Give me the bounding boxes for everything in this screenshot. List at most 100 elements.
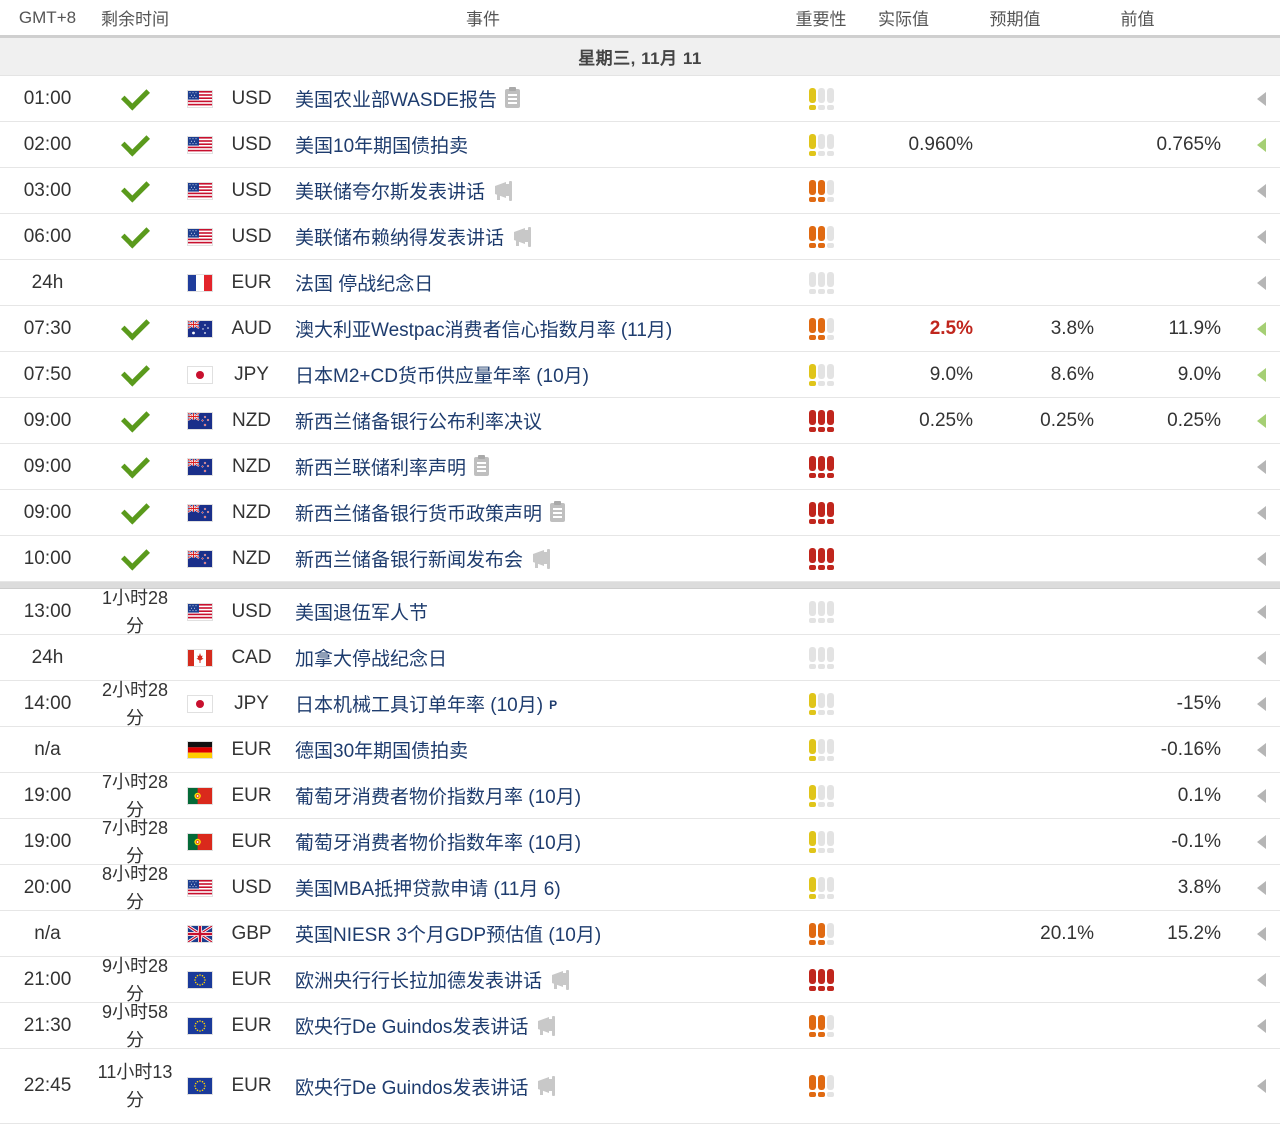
event-name[interactable]: 欧洲央行行长拉加德发表讲话 <box>278 966 791 993</box>
event-row[interactable]: 19:00 7小时28分 EUR 葡萄牙消费者物价指数年率 (10月) -0.1… <box>0 818 1280 866</box>
event-name[interactable]: 欧央行De Guindos发表讲话 <box>278 1012 791 1039</box>
event-link[interactable]: 欧央行De Guindos发表讲话 <box>295 1073 528 1100</box>
expand-arrow-icon[interactable] <box>1221 229 1280 244</box>
event-row[interactable]: 07:30 AUD 澳大利亚Westpac消费者信心指数月率 (11月) 2.5… <box>0 306 1280 352</box>
expand-arrow-icon[interactable] <box>1221 926 1280 941</box>
expand-arrow-icon[interactable] <box>1221 604 1280 619</box>
event-name[interactable]: 新西兰储备银行新闻发布会 <box>278 545 791 572</box>
expand-arrow-icon[interactable] <box>1221 1018 1280 1033</box>
event-link[interactable]: 欧洲央行行长拉加德发表讲话 <box>295 966 542 993</box>
header-time[interactable]: GMT+8 <box>0 8 95 28</box>
event-row[interactable]: 07:50 JPY 日本M2+CD货币供应量年率 (10月) 9.0% 8.6%… <box>0 352 1280 398</box>
expand-arrow-icon[interactable] <box>1221 551 1280 566</box>
expand-arrow-icon[interactable] <box>1221 880 1280 895</box>
importance-medium <box>791 225 851 248</box>
event-time: 21:00 <box>23 968 72 990</box>
event-name[interactable]: 日本M2+CD货币供应量年率 (10月) <box>278 361 791 388</box>
expand-arrow-icon[interactable] <box>1221 972 1280 987</box>
event-row[interactable]: n/a EUR 德国30年期国债拍卖 -0.16% <box>0 727 1280 773</box>
event-link[interactable]: 日本机械工具订单年率 (10月) <box>295 690 543 717</box>
event-link[interactable]: 美联储夸尔斯发表讲话 <box>295 177 485 204</box>
expand-arrow-icon[interactable] <box>1221 91 1280 106</box>
event-row[interactable]: 09:00 NZD 新西兰储备银行货币政策声明 <box>0 490 1280 536</box>
event-link[interactable]: 美国MBA抵押贷款申请 (11月 6) <box>295 874 561 901</box>
event-row[interactable]: 19:00 7小时28分 EUR 葡萄牙消费者物价指数月率 (10月) 0.1% <box>0 772 1280 820</box>
event-name[interactable]: 日本机械工具订单年率 (10月) P <box>278 690 791 717</box>
event-name[interactable]: 新西兰联储利率声明 <box>278 453 791 480</box>
event-link[interactable]: 美国退伍军人节 <box>295 598 428 625</box>
expand-arrow-icon[interactable] <box>1221 788 1280 803</box>
event-link[interactable]: 日本M2+CD货币供应量年率 (10月) <box>295 361 589 388</box>
event-row[interactable]: 24h EUR 法国 停战纪念日 <box>0 260 1280 306</box>
event-row[interactable]: 21:00 9小时28分 EUR 欧洲央行行长拉加德发表讲话 <box>0 956 1280 1004</box>
document-icon[interactable] <box>474 455 490 476</box>
expand-arrow-icon[interactable] <box>1221 650 1280 665</box>
expand-arrow-icon[interactable] <box>1221 505 1280 520</box>
expand-arrow-icon[interactable] <box>1221 1079 1280 1093</box>
eu-flag-icon <box>175 1078 225 1094</box>
event-name[interactable]: 美国退伍军人节 <box>278 598 791 625</box>
event-row[interactable]: 13:00 1小时28分 USD 美国退伍军人节 <box>0 588 1280 636</box>
expand-arrow-icon[interactable] <box>1221 413 1280 428</box>
document-icon[interactable] <box>550 501 566 522</box>
event-name[interactable]: 英国NIESR 3个月GDP预估值 (10月) <box>278 920 791 947</box>
event-link[interactable]: 美联储布赖纳得发表讲话 <box>295 223 504 250</box>
event-name[interactable]: 美联储布赖纳得发表讲话 <box>278 223 791 250</box>
event-row[interactable]: 24h CAD 加拿大停战纪念日 <box>0 635 1280 681</box>
event-name[interactable]: 葡萄牙消费者物价指数年率 (10月) <box>278 828 791 855</box>
event-link[interactable]: 新西兰储备银行新闻发布会 <box>295 545 523 572</box>
document-icon[interactable] <box>504 87 520 108</box>
expand-arrow-icon[interactable] <box>1221 742 1280 757</box>
event-name[interactable]: 新西兰储备银行货币政策声明 <box>278 499 791 526</box>
event-row[interactable]: 06:00 USD 美联储布赖纳得发表讲话 <box>0 214 1280 260</box>
event-row[interactable]: 10:00 NZD 新西兰储备银行新闻发布会 <box>0 536 1280 582</box>
expand-arrow-icon[interactable] <box>1221 275 1280 290</box>
expand-arrow-icon[interactable] <box>1221 834 1280 849</box>
event-name[interactable]: 葡萄牙消费者物价指数月率 (10月) <box>278 782 791 809</box>
eu-flag-icon <box>175 971 225 988</box>
event-link[interactable]: 葡萄牙消费者物价指数年率 (10月) <box>295 828 581 855</box>
expand-arrow-icon[interactable] <box>1221 183 1280 198</box>
event-link[interactable]: 英国NIESR 3个月GDP预估值 (10月) <box>295 920 601 947</box>
event-row[interactable]: 01:00 USD 美国农业部WASDE报告 <box>0 76 1280 122</box>
event-name[interactable]: 美国10年期国债拍卖 <box>278 131 791 158</box>
event-name[interactable]: 法国 停战纪念日 <box>278 269 791 296</box>
event-row[interactable]: 09:00 NZD 新西兰储备银行公布利率决议 0.25% 0.25% 0.25… <box>0 398 1280 444</box>
event-row[interactable]: 09:00 NZD 新西兰联储利率声明 <box>0 444 1280 490</box>
event-row[interactable]: n/a GBP 英国NIESR 3个月GDP预估值 (10月) 20.1% 15… <box>0 911 1280 957</box>
event-link[interactable]: 加拿大停战纪念日 <box>295 644 447 671</box>
expand-arrow-icon[interactable] <box>1221 459 1280 474</box>
event-row[interactable]: 02:00 USD 美国10年期国债拍卖 0.960% 0.765% <box>0 122 1280 168</box>
event-link[interactable]: 美国10年期国债拍卖 <box>295 131 468 158</box>
event-name[interactable]: 美国农业部WASDE报告 <box>278 85 791 112</box>
currency: EUR <box>231 271 272 293</box>
event-link[interactable]: 法国 停战纪念日 <box>295 269 433 296</box>
event-link[interactable]: 欧央行De Guindos发表讲话 <box>295 1012 528 1039</box>
expand-arrow-icon[interactable] <box>1221 696 1280 711</box>
event-name[interactable]: 新西兰储备银行公布利率决议 <box>278 407 791 434</box>
currency: AUD <box>231 317 272 339</box>
event-time: 19:00 <box>23 830 72 852</box>
event-row[interactable]: 21:30 9小时58分 EUR 欧央行De Guindos发表讲话 <box>0 1002 1280 1050</box>
event-link[interactable]: 新西兰联储利率声明 <box>295 453 466 480</box>
event-name[interactable]: 加拿大停战纪念日 <box>278 644 791 671</box>
event-row[interactable]: 20:00 8小时28分 USD 美国MBA抵押贷款申请 (11月 6) 3.8… <box>0 864 1280 912</box>
event-link[interactable]: 新西兰储备银行公布利率决议 <box>295 407 542 434</box>
event-name[interactable]: 欧央行De Guindos发表讲话 <box>278 1073 791 1100</box>
event-name[interactable]: 澳大利亚Westpac消费者信心指数月率 (11月) <box>278 315 791 342</box>
expand-arrow-icon[interactable] <box>1221 321 1280 336</box>
expand-arrow-icon[interactable] <box>1221 367 1280 382</box>
event-name[interactable]: 美联储夸尔斯发表讲话 <box>278 177 791 204</box>
event-row[interactable]: 03:00 USD 美联储夸尔斯发表讲话 <box>0 168 1280 214</box>
event-time: 07:30 <box>23 317 72 339</box>
expand-arrow-icon[interactable] <box>1221 137 1280 152</box>
event-name[interactable]: 德国30年期国债拍卖 <box>278 736 791 763</box>
event-row[interactable]: 22:45 11小时13分 EUR 欧央行De Guindos发表讲话 <box>0 1049 1280 1124</box>
event-link[interactable]: 新西兰储备银行货币政策声明 <box>295 499 542 526</box>
event-link[interactable]: 葡萄牙消费者物价指数月率 (10月) <box>295 782 581 809</box>
event-name[interactable]: 美国MBA抵押贷款申请 (11月 6) <box>278 874 791 901</box>
event-link[interactable]: 澳大利亚Westpac消费者信心指数月率 (11月) <box>295 315 672 342</box>
event-link[interactable]: 德国30年期国债拍卖 <box>295 736 468 763</box>
event-link[interactable]: 美国农业部WASDE报告 <box>295 85 497 112</box>
event-row[interactable]: 14:00 2小时28分 JPY 日本机械工具订单年率 (10月) P -15% <box>0 680 1280 728</box>
